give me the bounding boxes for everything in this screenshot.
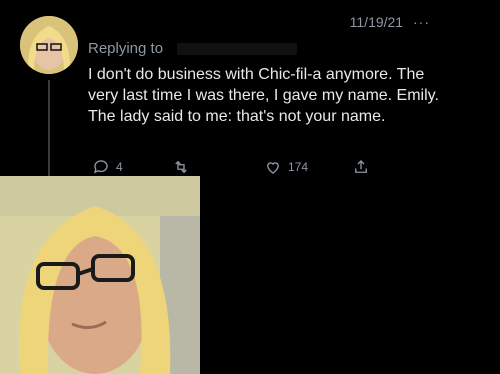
redacted-handle (177, 43, 298, 56)
thread-line (48, 80, 50, 180)
retweet-icon (175, 160, 187, 174)
like-count: 174 (288, 160, 309, 174)
share-button[interactable] (352, 158, 370, 176)
timestamp[interactable]: 11/19/21 (350, 14, 403, 30)
more-icon[interactable]: ··· (413, 14, 430, 30)
replying-to: Replying to (88, 40, 298, 57)
avatar[interactable] (20, 16, 78, 74)
tweet-text: I don't do business with Chic-fil-a anym… (88, 66, 439, 125)
reply-button[interactable]: 4 (92, 158, 123, 176)
reply-count: 4 (116, 160, 123, 174)
replying-label: Replying to (88, 40, 164, 57)
tweet-meta: 11/19/21 ··· (260, 14, 430, 30)
reply-icon (93, 160, 108, 174)
like-button[interactable]: 174 (264, 158, 308, 176)
retweet-button[interactable] (172, 158, 190, 176)
selfie-photo (0, 176, 200, 374)
share-icon (355, 160, 367, 173)
heart-icon (267, 162, 279, 174)
